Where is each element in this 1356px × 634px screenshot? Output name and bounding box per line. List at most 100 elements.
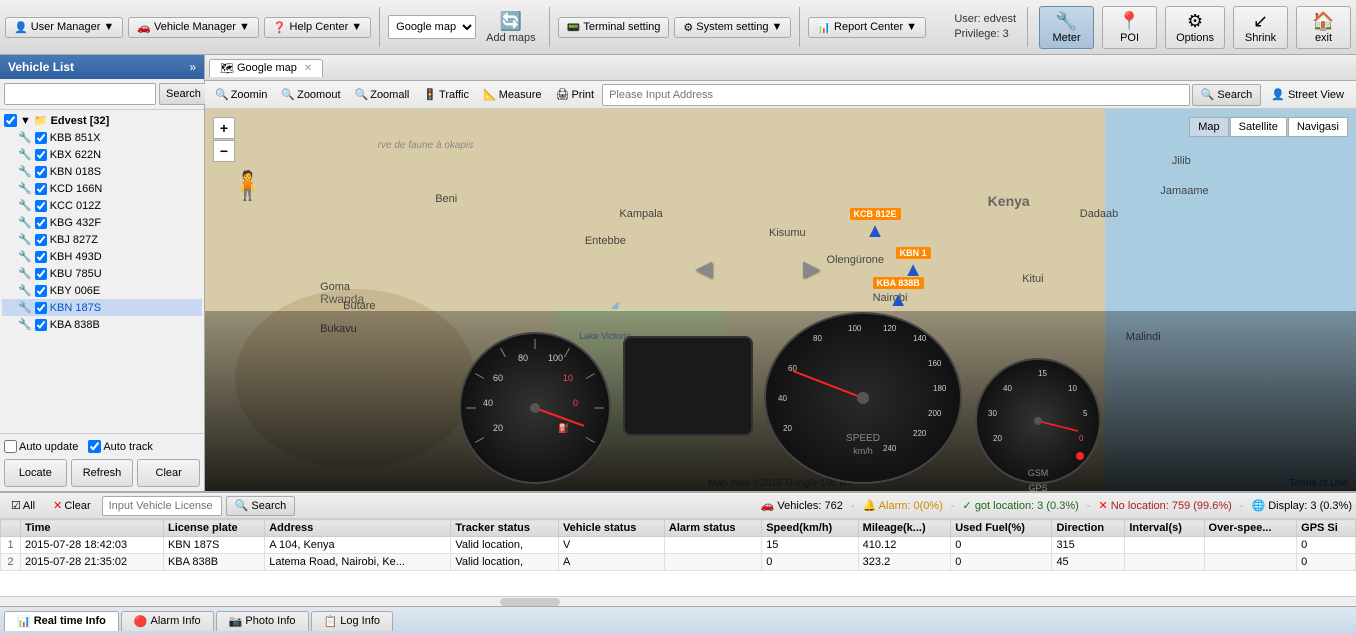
- vehicle-checkbox10[interactable]: [35, 285, 47, 297]
- vehicle-checkbox6[interactable]: [35, 217, 47, 229]
- map-tab-icon: 🗺: [220, 62, 234, 75]
- svg-text:180: 180: [933, 384, 947, 393]
- close-tab-icon[interactable]: ✕: [304, 63, 312, 74]
- map-container[interactable]: Lake Victoria Kenya Rwanda Kampala Enteb…: [205, 109, 1356, 491]
- auto-update-checkbox[interactable]: [4, 440, 17, 453]
- map-select[interactable]: Google map: [388, 15, 476, 39]
- car-icon4: 🔧: [18, 182, 32, 195]
- shrink-btn[interactable]: ↙ Shrink: [1233, 6, 1288, 49]
- clear-btn[interactable]: Clear: [137, 459, 200, 487]
- svg-text:100: 100: [548, 353, 563, 363]
- col-num: [1, 520, 21, 537]
- print-btn[interactable]: 🖨 Print: [550, 86, 601, 103]
- exit-btn[interactable]: 🏠 exit: [1296, 6, 1351, 49]
- list-item[interactable]: 🔧 KBN 187S: [2, 299, 202, 316]
- list-item[interactable]: 🔧 KBB 851X: [2, 129, 202, 146]
- options-btn[interactable]: ⚙ Options: [1165, 6, 1225, 49]
- table-row[interactable]: 1 2015-07-28 18:42:03 KBN 187S A 104, Ke…: [1, 537, 1356, 554]
- vehicle-checkbox2[interactable]: [35, 149, 47, 161]
- collapse-btn[interactable]: »: [189, 60, 196, 74]
- vehicle-search-btn[interactable]: Search: [159, 83, 208, 105]
- list-item[interactable]: 🔧 KBG 432F: [2, 214, 202, 231]
- status-bar: 🚗 Vehicles: 762 - 🔔 Alarm: 0(0%) - ✓ got…: [761, 499, 1352, 512]
- vehicle-checkbox8[interactable]: [35, 251, 47, 263]
- group-header[interactable]: ▼ 📁 Edvest [32]: [2, 112, 202, 129]
- list-item[interactable]: 🔧 KBU 785U: [2, 265, 202, 282]
- tab-log[interactable]: 📋 Log Info: [311, 611, 393, 631]
- vehicle-checkbox7[interactable]: [35, 234, 47, 246]
- auto-update-label[interactable]: Auto update: [4, 440, 78, 453]
- list-item[interactable]: 🔧 KBN 018S: [2, 163, 202, 180]
- vehicle-list[interactable]: ▼ 📁 Edvest [32] 🔧 KBB 851X 🔧 KBX 622N 🔧: [0, 110, 204, 433]
- map-type-map[interactable]: Map: [1189, 117, 1228, 137]
- group-name: Edvest [32]: [51, 115, 110, 127]
- map-label-entebbe: Entebbe: [585, 235, 626, 247]
- zoomout-btn[interactable]: 🔍 Zoomout: [275, 86, 346, 103]
- bottom-clear-btn[interactable]: ✕ Clear: [46, 497, 98, 514]
- refresh-btn[interactable]: Refresh: [71, 459, 134, 487]
- nav-left-arrow[interactable]: ◄: [690, 253, 718, 285]
- vehicle-checkbox9[interactable]: [35, 268, 47, 280]
- tab-photo[interactable]: 📷 Photo Info: [216, 611, 309, 631]
- map-type-satellite[interactable]: Satellite: [1230, 117, 1287, 137]
- auto-track-checkbox[interactable]: [88, 440, 101, 453]
- meter-icon: 🔧: [1055, 11, 1077, 32]
- map-zoom-controls: + −: [213, 117, 235, 162]
- traffic-btn[interactable]: 🚦 Traffic: [417, 86, 475, 103]
- street-view-btn[interactable]: 👤 Street View: [1263, 86, 1352, 103]
- nav-right-arrow[interactable]: ►: [797, 253, 825, 285]
- list-item[interactable]: 🔧 KBY 006E: [2, 282, 202, 299]
- poi-btn[interactable]: 📍 POI: [1102, 6, 1157, 49]
- locate-btn[interactable]: Locate: [4, 459, 67, 487]
- data-table-container[interactable]: Time License plate Address Tracker statu…: [0, 519, 1356, 596]
- left-gauge: 20 40 60 80 100 10 0 ⛽: [458, 331, 613, 486]
- vehicle-checkbox3[interactable]: [35, 166, 47, 178]
- zoom-in-btn[interactable]: +: [213, 117, 235, 139]
- all-btn[interactable]: ☑ All: [4, 497, 42, 514]
- pegman-icon[interactable]: 🧍: [230, 169, 265, 202]
- zoomin-btn[interactable]: 🔍 Zoomin: [209, 86, 273, 103]
- measure-btn[interactable]: 📐 Measure: [477, 86, 548, 103]
- map-label-kampala: Kampala: [619, 208, 662, 220]
- vehicle-checkbox4[interactable]: [35, 183, 47, 195]
- svg-text:10: 10: [563, 373, 573, 383]
- group-checkbox[interactable]: [4, 114, 17, 127]
- vehicle-checkbox11[interactable]: [35, 302, 47, 314]
- system-setting-btn[interactable]: ⚙ System setting ▼: [674, 17, 791, 38]
- table-row[interactable]: 2 2015-07-28 21:35:02 KBA 838B Latema Ro…: [1, 554, 1356, 571]
- add-maps-btn[interactable]: 🔄 Add maps: [481, 9, 541, 46]
- vehicle-checkbox5[interactable]: [35, 200, 47, 212]
- zoomall-btn[interactable]: 🔍 Zoomall: [349, 86, 416, 103]
- terminal-setting-btn[interactable]: 📟 Terminal setting: [558, 17, 670, 38]
- list-item[interactable]: 🔧 KBJ 827Z: [2, 231, 202, 248]
- address-input[interactable]: [602, 84, 1190, 106]
- all-icon: ☑: [11, 499, 21, 512]
- list-item[interactable]: 🔧 KBA 838B: [2, 316, 202, 333]
- vehicle-manager-btn[interactable]: 🚗 Vehicle Manager ▼: [128, 17, 259, 38]
- list-item[interactable]: 🔧 KCD 166N: [2, 180, 202, 197]
- list-item[interactable]: 🔧 KBX 622N: [2, 146, 202, 163]
- map-tab-google[interactable]: 🗺 Google map ✕: [209, 59, 323, 77]
- display-icon: 🌐: [1251, 500, 1265, 512]
- tab-realtime[interactable]: 📊 Real time Info: [4, 611, 119, 631]
- map-search-btn[interactable]: 🔍 Search: [1192, 84, 1262, 106]
- scrollbar-area[interactable]: [0, 596, 1356, 606]
- list-item[interactable]: 🔧 KCC 012Z: [2, 197, 202, 214]
- auto-track-label[interactable]: Auto track: [88, 440, 153, 453]
- map-type-navigasi[interactable]: Navigasi: [1288, 117, 1348, 137]
- options-icon: ⚙: [1187, 11, 1203, 32]
- report-center-btn[interactable]: 📊 Report Center ▼: [808, 17, 926, 38]
- zoom-out-btn[interactable]: −: [213, 140, 235, 162]
- help-center-btn[interactable]: ❓ Help Center ▼: [264, 17, 371, 38]
- user-manager-btn[interactable]: 👤 User Manager ▼: [5, 17, 123, 38]
- zoomall-icon: 🔍: [355, 88, 369, 101]
- license-search-btn[interactable]: 🔍 Search: [226, 496, 296, 516]
- vehicle-search-input[interactable]: [4, 83, 156, 105]
- tab-alarm[interactable]: 🔴 Alarm Info: [121, 611, 214, 631]
- list-item[interactable]: 🔧 KBH 493D: [2, 248, 202, 265]
- license-plate-input[interactable]: [102, 496, 222, 516]
- meter-btn[interactable]: 🔧 Meter: [1039, 6, 1094, 49]
- h-scrollbar-thumb[interactable]: [500, 598, 560, 606]
- vehicle-checkbox[interactable]: [35, 132, 47, 144]
- vehicle-checkbox12[interactable]: [35, 319, 47, 331]
